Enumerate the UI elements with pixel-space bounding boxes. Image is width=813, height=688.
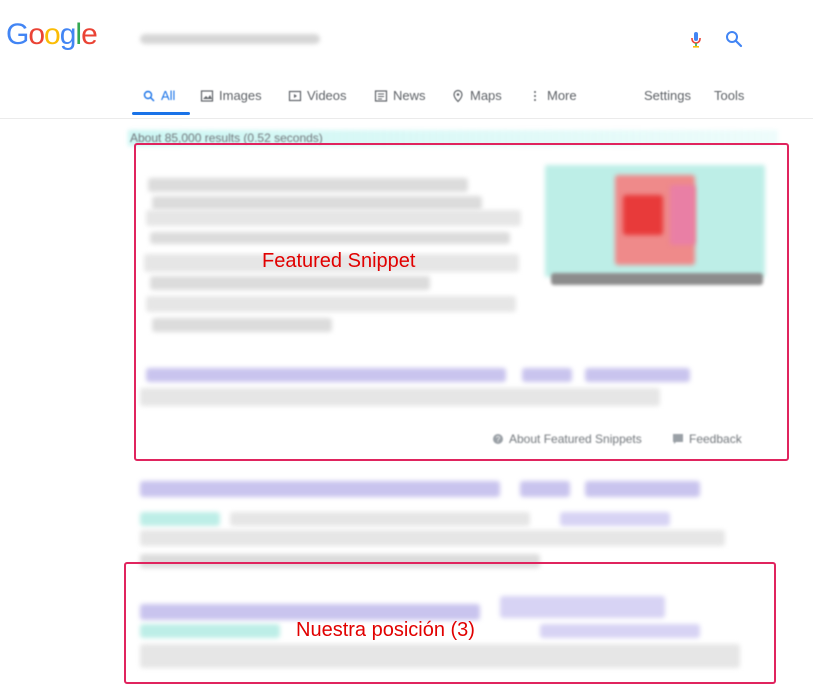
microphone-icon[interactable]: [684, 27, 708, 51]
snippet-image[interactable]: [545, 165, 765, 285]
snippet-text-line: [150, 232, 510, 244]
image-icon: [200, 89, 214, 102]
result-snippet-line: [230, 512, 530, 526]
image-caption-bar: [551, 273, 763, 285]
featured-snippet-label: Featured Snippet: [262, 250, 416, 272]
tab-all[interactable]: All: [142, 88, 175, 103]
image-detail: [670, 185, 695, 245]
logo-letter: G: [6, 18, 29, 51]
logo-letter: o: [44, 18, 61, 51]
tools-link[interactable]: Tools: [714, 88, 744, 103]
search-input[interactable]: [140, 28, 344, 52]
tab-news[interactable]: News: [374, 88, 426, 103]
search-tabs: All Images Videos News Maps More Setting…: [130, 84, 760, 118]
tab-label: More: [547, 88, 577, 103]
snippet-title-link[interactable]: [146, 368, 506, 382]
logo-letter: o: [28, 18, 45, 51]
result-snippet-line: [140, 644, 740, 668]
video-icon: [288, 90, 302, 101]
result-title-link[interactable]: [140, 481, 500, 497]
tab-images[interactable]: Images: [200, 88, 262, 103]
tab-label: Videos: [307, 88, 347, 103]
header-divider: [0, 118, 813, 119]
snippet-text-line: [150, 276, 430, 290]
snippet-text-line: [152, 318, 332, 332]
tab-label: Maps: [470, 88, 502, 103]
svg-text:?: ?: [496, 435, 501, 444]
tab-more[interactable]: More: [528, 88, 577, 103]
logo-letter: g: [59, 18, 77, 51]
feedback-icon: [673, 434, 683, 444]
snippet-title-link[interactable]: [585, 368, 690, 382]
tab-label: News: [393, 88, 426, 103]
tab-videos[interactable]: Videos: [288, 88, 347, 103]
snippet-url: [140, 388, 660, 406]
result-snippet-line: [540, 624, 700, 638]
about-featured-snippets[interactable]: ? About Featured Snippets: [492, 432, 642, 446]
our-position-label: Nuestra posición (3): [296, 619, 475, 641]
search-bar: [128, 22, 758, 56]
search-icon: [143, 90, 155, 101]
more-icon: [534, 90, 536, 101]
tools-label: Tools: [714, 88, 745, 103]
feedback-label: Feedback: [689, 432, 742, 446]
snippet-text-line: [146, 296, 516, 312]
result-title-link[interactable]: [585, 481, 700, 497]
image-detail: [623, 195, 663, 235]
result-title-link[interactable]: [140, 604, 480, 620]
result-url: [140, 624, 280, 638]
snippet-text-line: [146, 210, 521, 226]
active-tab-indicator: [132, 112, 190, 115]
result-title-link[interactable]: [500, 596, 665, 618]
search-icon[interactable]: [722, 27, 746, 51]
snippet-title-link[interactable]: [522, 368, 572, 382]
snippet-text-line: [152, 196, 482, 210]
help-icon: ?: [493, 434, 503, 444]
tab-label: All: [161, 88, 176, 103]
snippet-text-line: [148, 178, 468, 192]
settings-link[interactable]: Settings: [644, 88, 691, 103]
tab-label: Images: [219, 88, 262, 103]
google-logo[interactable]: Google: [6, 18, 98, 52]
about-label: About Featured Snippets: [509, 432, 642, 446]
result-url: [140, 512, 220, 526]
map-icon: [453, 89, 463, 102]
logo-letter: e: [81, 18, 98, 51]
result-snippet-line: [560, 512, 670, 526]
result-title-link[interactable]: [520, 481, 570, 497]
feedback-link[interactable]: Feedback: [672, 432, 742, 446]
result-snippet-line: [140, 530, 725, 546]
settings-label: Settings: [644, 88, 691, 103]
news-icon: [374, 89, 388, 102]
tab-maps[interactable]: Maps: [451, 88, 502, 103]
